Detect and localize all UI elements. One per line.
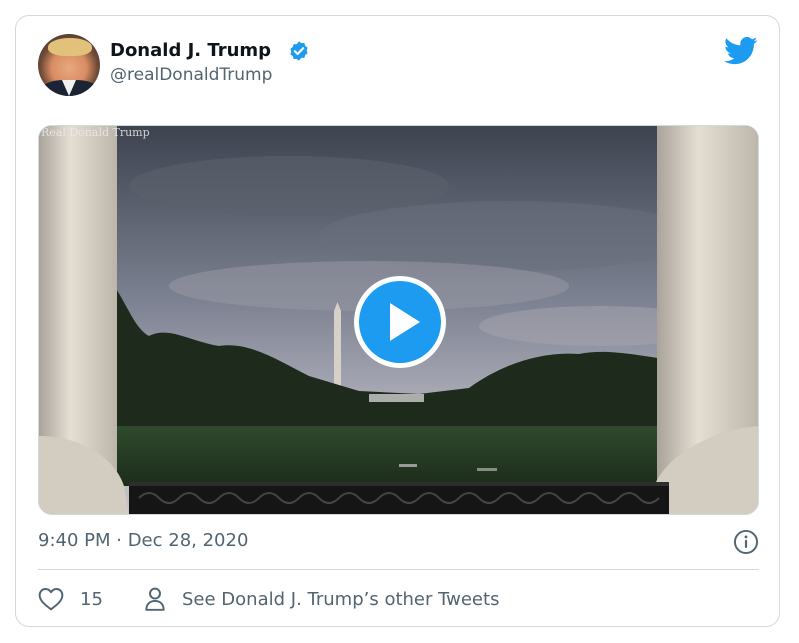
author-handle[interactable]: @realDonaldTrump	[110, 65, 272, 85]
verified-badge-icon	[290, 41, 308, 61]
author-name[interactable]: Donald J. Trump	[110, 40, 271, 61]
play-icon	[359, 281, 441, 363]
divider	[38, 569, 759, 570]
like-count: 15	[80, 588, 103, 610]
video-player[interactable]: Real Donald Trump	[38, 125, 759, 515]
tweet-card: Donald J. Trump @realDonaldTrump Real Do…	[15, 15, 780, 627]
video-watermark: Real Donald Trump	[41, 126, 150, 139]
tweet-timestamp[interactable]: 9:40 PM · Dec 28, 2020	[38, 530, 248, 551]
play-triangle	[390, 303, 420, 341]
author-avatar[interactable]	[38, 34, 100, 96]
other-tweets-label: See Donald J. Trump’s other Tweets	[182, 588, 500, 610]
info-icon[interactable]	[733, 529, 759, 555]
person-icon	[145, 587, 165, 611]
other-tweets-link[interactable]: See Donald J. Trump’s other Tweets	[144, 586, 499, 612]
play-button[interactable]	[354, 276, 446, 368]
twitter-bird-icon[interactable]	[724, 36, 758, 66]
like-button[interactable]: 15	[38, 587, 103, 611]
avatar-hair	[48, 38, 92, 56]
heart-icon	[38, 588, 64, 611]
